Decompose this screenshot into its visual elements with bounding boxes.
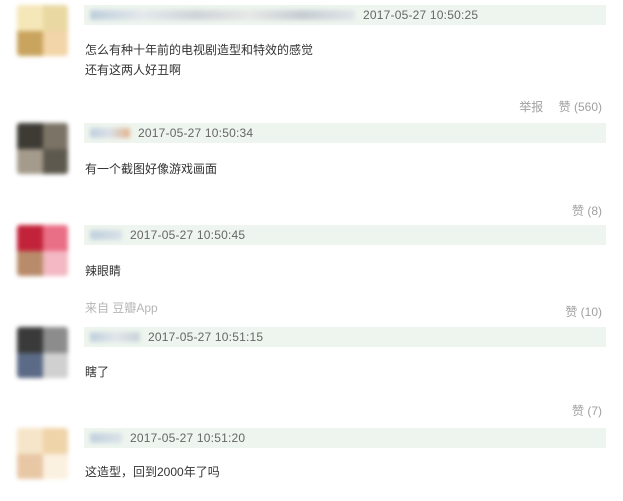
username-redacted[interactable] [90,230,122,240]
comment-text: 这造型，回到2000年了吗 [85,465,220,479]
comment-text: 瞎了 [85,365,110,379]
like-link[interactable]: 赞 (10) [565,305,602,319]
comment-text: 怎么有种十年前的电视剧造型和特效的感觉 还有这两人好丑啊 [85,43,314,77]
avatar[interactable] [17,5,68,56]
avatar-tile [17,149,43,174]
avatar-tile [17,123,43,149]
comment-timestamp: 2017-05-27 10:50:34 [138,126,254,140]
avatar[interactable] [17,123,68,174]
username-redacted[interactable] [90,10,355,20]
avatar-tile [17,353,43,378]
comment-meta-bar: 2017-05-27 10:50:34 [84,123,606,143]
avatar-tile [43,353,68,378]
comment-actions: 赞 (7) [572,402,602,419]
comment-text: 辣眼睛 [85,264,122,278]
comment-text: 有一个截图好像游戏画面 [85,162,218,176]
like-link[interactable]: 赞 (7) [572,404,602,418]
avatar-tile [17,428,43,454]
comment-meta-bar: 2017-05-27 10:51:20 [84,428,606,448]
username-redacted[interactable] [90,433,122,443]
comment-meta-bar: 2017-05-27 10:51:15 [84,327,606,347]
like-link[interactable]: 赞 (8) [572,204,602,218]
comment-source: 来自 豆瓣App [85,301,158,315]
comment-timestamp: 2017-05-27 10:51:15 [148,330,264,344]
avatar-tile [17,454,43,479]
comment-actions: 赞 (10) [565,303,602,320]
avatar-tile [43,428,68,454]
avatar-tile [17,251,43,276]
avatar-tile [17,5,43,31]
report-link[interactable]: 举报 [519,100,543,114]
comment-meta-bar: 2017-05-27 10:50:45 [84,225,606,245]
comment-timestamp: 2017-05-27 10:51:20 [130,431,246,445]
avatar-tile [43,225,68,251]
comment-timestamp: 2017-05-27 10:50:25 [363,8,479,22]
avatar-tile [43,251,68,276]
avatar-tile [43,327,68,353]
like-link[interactable]: 赞 (560) [559,100,602,114]
avatar[interactable] [17,225,68,276]
avatar-tile [43,5,68,31]
avatar[interactable] [17,428,68,479]
avatar-tile [43,123,68,149]
comment-actions: 赞 (8) [572,202,602,219]
comment-actions: 举报 赞 (560) [519,98,602,115]
avatar-tile [17,31,43,56]
avatar[interactable] [17,327,68,378]
username-redacted[interactable] [90,332,140,342]
comment-timestamp: 2017-05-27 10:50:45 [130,228,246,242]
avatar-tile [43,149,68,174]
avatar-tile [43,454,68,479]
comment-meta-bar: 2017-05-27 10:50:25 [84,5,606,25]
avatar-tile [43,31,68,56]
avatar-tile [17,327,43,353]
avatar-tile [17,225,43,251]
username-redacted[interactable] [90,128,130,138]
